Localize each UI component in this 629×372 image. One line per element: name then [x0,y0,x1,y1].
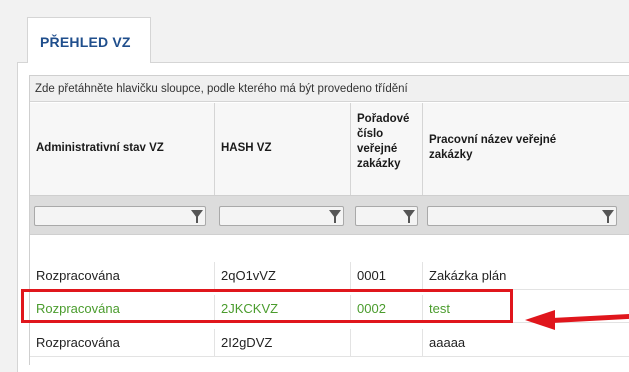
column-header-label: zakázky [357,158,401,170]
filter-row [30,195,629,235]
column-header-label: Pracovní název veřejné [429,134,557,146]
filter-icon[interactable] [403,210,415,223]
cell-poradove-cislo: 0001 [351,262,423,290]
filter-input-administrativni-stav[interactable] [34,206,206,226]
column-header-poradove-cislo[interactable]: Pořadové číslo veřejné zakázky [351,103,423,195]
cell-pracovni-nazev: Zakázka plán [429,268,507,283]
filter-icon[interactable] [602,210,614,223]
tab-prehled-vz[interactable]: PŘEHLED VZ [27,17,151,63]
column-header-label: Pořadové [357,113,410,125]
cell-poradove-cislo [351,329,423,357]
cell-administrativni-stav: Rozpracována [30,262,215,290]
column-header-pracovni-nazev[interactable]: Pracovní název veřejné zakázky [423,103,629,195]
filter-icon[interactable] [329,210,341,223]
table-row[interactable]: Rozpracována 2qO1vVZ 0001 Zakázka plán [30,262,629,290]
cell-hash: 2qO1vVZ [215,262,351,290]
filter-input-poradove-cislo[interactable] [355,206,418,226]
column-header-label: číslo [357,128,384,140]
filter-icon[interactable] [191,210,203,223]
column-header-hash[interactable]: HASH VZ [215,103,351,195]
arrow-pointer-icon [525,310,555,330]
column-header-label: veřejné [357,143,398,155]
group-by-bar[interactable]: Zde přetáhněte hlavičku sloupce, podle k… [30,76,629,102]
column-header-label: zakázky [429,149,473,161]
cell-administrativni-stav: Rozpracována [30,329,215,357]
tab-label: PŘEHLED VZ [40,34,131,50]
filter-input-pracovni-nazev[interactable] [427,206,617,226]
cell-pracovni-nazev: aaaaa [429,335,466,350]
column-header-administrativni-stav[interactable]: Administrativní stav VZ [30,103,215,195]
table-row[interactable]: Rozpracována 2I2gDVZ aaaaa [30,329,629,357]
column-header-label: Administrativní stav VZ [36,142,164,154]
column-header-label: HASH VZ [221,142,272,154]
grid-header-row: Administrativní stav VZ HASH VZ Pořadové… [30,103,629,195]
cell-hash: 2I2gDVZ [215,329,351,357]
highlight-box [21,289,513,323]
filter-input-hash[interactable] [219,206,344,226]
